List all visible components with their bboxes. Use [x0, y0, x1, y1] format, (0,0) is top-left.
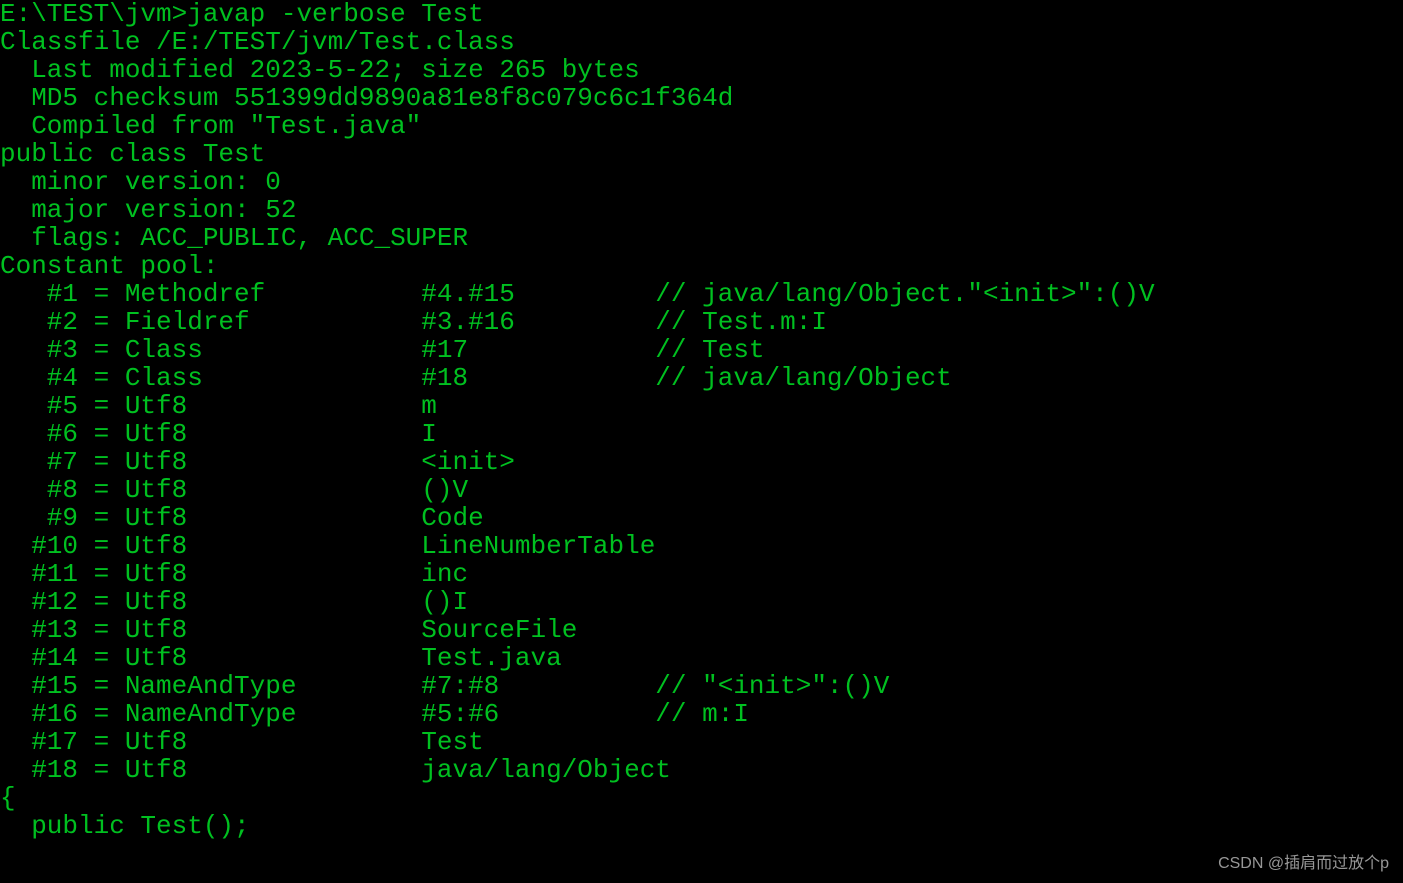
tail-line: { — [0, 783, 16, 813]
header-line: Compiled from "Test.java" — [0, 111, 421, 141]
constant-pool-entry: #14 = Utf8 Test.java — [0, 643, 562, 673]
constant-pool-entry: #4 = Class #18 // java/lang/Object — [0, 363, 952, 393]
tail-line: public Test(); — [0, 811, 250, 841]
constant-pool-entry: #12 = Utf8 ()I — [0, 587, 468, 617]
constant-pool-entry: #6 = Utf8 I — [0, 419, 437, 449]
constant-pool-entry: #11 = Utf8 inc — [0, 559, 468, 589]
constant-pool-entry: #15 = NameAndType #7:#8 // "<init>":()V — [0, 671, 889, 701]
constant-pool-entry: #9 = Utf8 Code — [0, 503, 484, 533]
constant-pool-entry: #16 = NameAndType #5:#6 // m:I — [0, 699, 749, 729]
header-line: Last modified 2023-5-22; size 265 bytes — [0, 55, 640, 85]
header-line: public class Test — [0, 139, 265, 169]
constant-pool-entry: #7 = Utf8 <init> — [0, 447, 515, 477]
header-line: Classfile /E:/TEST/jvm/Test.class — [0, 27, 515, 57]
constant-pool-entry: #5 = Utf8 m — [0, 391, 437, 421]
header-line: flags: ACC_PUBLIC, ACC_SUPER — [0, 223, 468, 253]
terminal-output: E:\TEST\jvm>javap -verbose Test Classfil… — [0, 0, 1403, 840]
constant-pool-entry: #3 = Class #17 // Test — [0, 335, 765, 365]
constant-pool-entry: #17 = Utf8 Test — [0, 727, 484, 757]
header-line: major version: 52 — [0, 195, 296, 225]
constant-pool-entry: #8 = Utf8 ()V — [0, 475, 468, 505]
prompt-line: E:\TEST\jvm>javap -verbose Test — [0, 0, 484, 29]
constant-pool-entry: #10 = Utf8 LineNumberTable — [0, 531, 655, 561]
constant-pool-entry: #1 = Methodref #4.#15 // java/lang/Objec… — [0, 279, 1155, 309]
header-line: minor version: 0 — [0, 167, 281, 197]
constant-pool-entry: #13 = Utf8 SourceFile — [0, 615, 577, 645]
watermark: CSDN @插肩而过放个p — [1218, 855, 1389, 873]
constant-pool-entry: #18 = Utf8 java/lang/Object — [0, 755, 671, 785]
header-line: MD5 checksum 551399dd9890a81e8f8c079c6c1… — [0, 83, 733, 113]
header-line: Constant pool: — [0, 251, 218, 281]
constant-pool-entry: #2 = Fieldref #3.#16 // Test.m:I — [0, 307, 827, 337]
